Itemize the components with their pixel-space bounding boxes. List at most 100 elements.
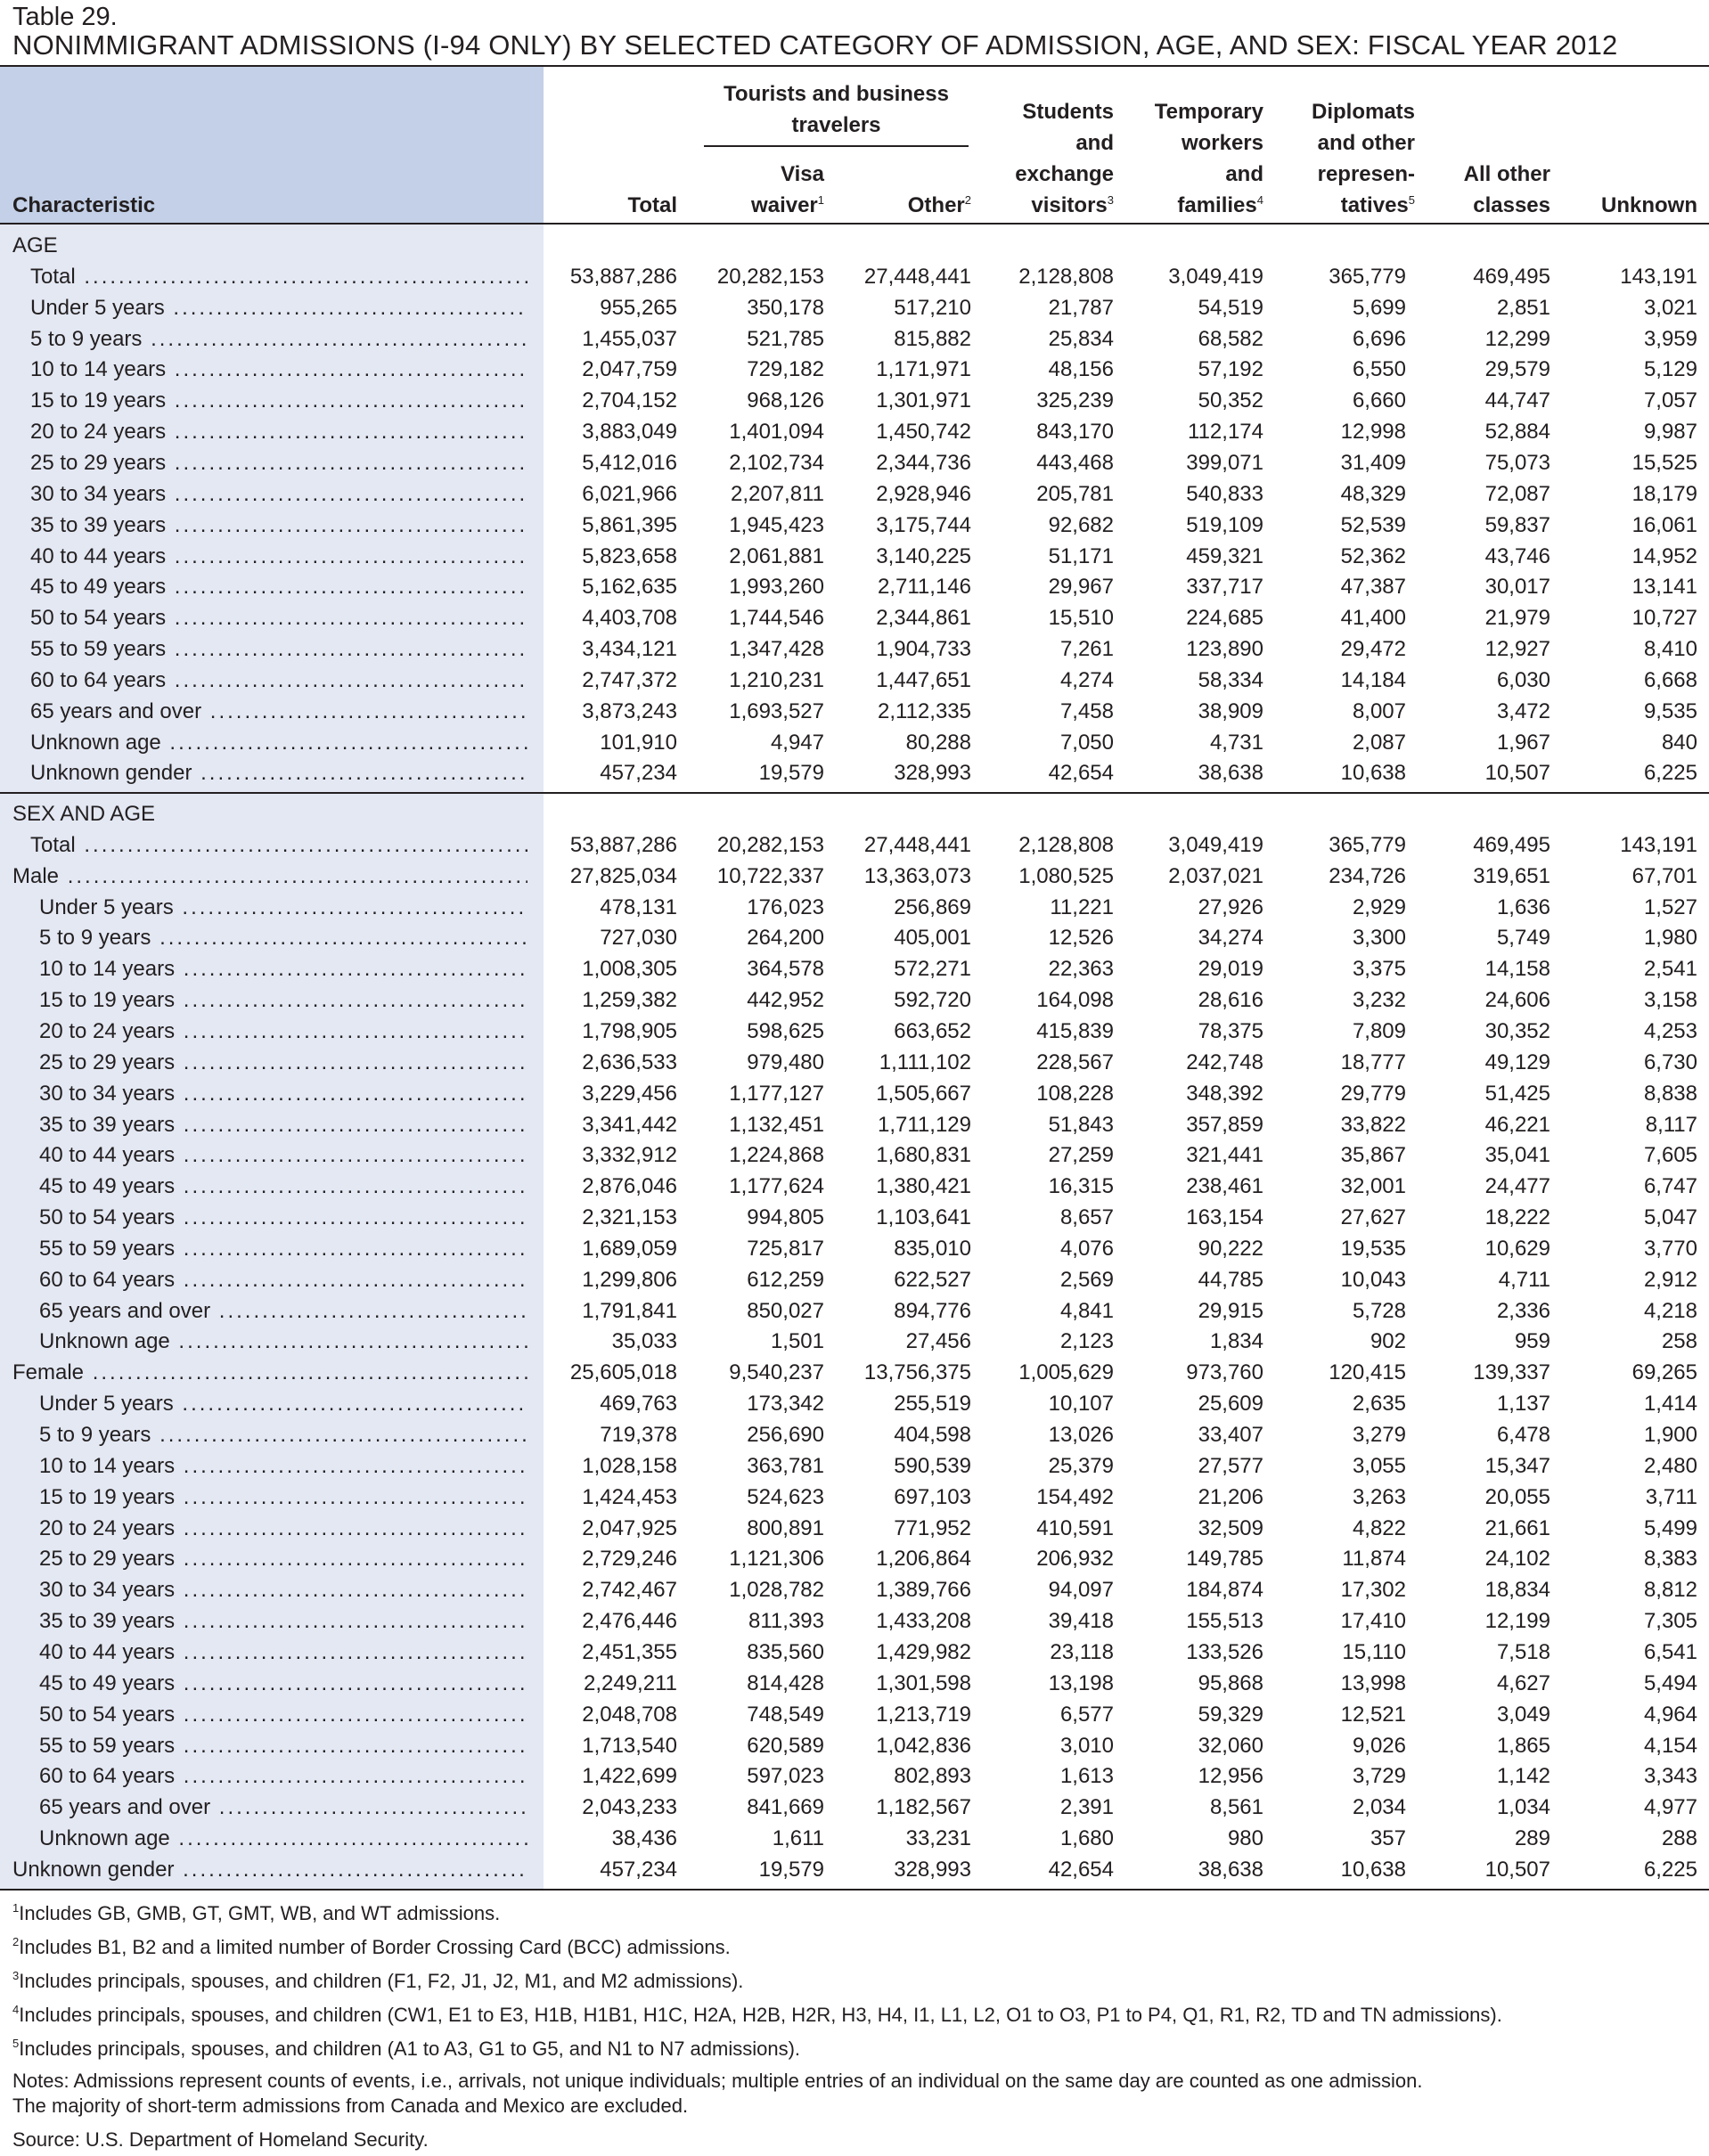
leader-dots: ........................................… <box>159 1423 527 1447</box>
cell-other: 255,519 <box>894 1392 971 1417</box>
cell-students: 6,577 <box>1059 1702 1114 1727</box>
cell-temp-workers: 149,785 <box>1186 1547 1263 1572</box>
leader-dots: ........................................… <box>174 637 527 662</box>
table-row: Male ...................................… <box>0 861 1709 892</box>
cell-students: 2,128,808 <box>1018 264 1114 289</box>
cell-total: 727,030 <box>600 926 677 951</box>
row-label: 30 to 34 years .........................… <box>39 1078 527 1109</box>
leader-dots: ........................................… <box>183 1515 527 1540</box>
table-row: Unknown gender .........................… <box>0 757 1709 788</box>
cell-other: 80,288 <box>905 730 971 755</box>
cell-diplomats: 32,001 <box>1340 1174 1406 1199</box>
cell-visa-waiver: 364,578 <box>747 957 824 982</box>
cell-all-other: 1,142 <box>1496 1764 1550 1789</box>
row-label: Under 5 years ..........................… <box>39 892 527 923</box>
cell-total: 1,798,905 <box>582 1018 677 1043</box>
row-label: 45 to 49 years .........................… <box>39 1171 527 1202</box>
table-row: 30 to 34 years .........................… <box>0 1574 1709 1605</box>
leader-dots: ........................................… <box>169 730 527 755</box>
table-row: 45 to 49 years .........................… <box>0 1668 1709 1699</box>
cell-total: 5,162,635 <box>582 575 677 600</box>
cell-total: 1,028,158 <box>582 1453 677 1478</box>
cell-visa-waiver: 811,393 <box>748 1609 824 1634</box>
cell-students: 42,654 <box>1048 761 1114 786</box>
row-label: 25 to 29 years .........................… <box>39 1543 527 1574</box>
row-label: 60 to 64 years .........................… <box>39 1264 527 1295</box>
table-row: 10 to 14 years .........................… <box>0 953 1709 984</box>
cell-visa-waiver: 173,342 <box>747 1392 824 1417</box>
header-students-line2: and <box>1075 131 1114 155</box>
header-students: Students and exchange visitors3 <box>980 96 1114 221</box>
footnote-5: 5Includes principals, spouses, and child… <box>12 2036 800 2062</box>
cell-diplomats: 41,400 <box>1340 606 1406 631</box>
row-label-text: 45 to 49 years <box>30 575 167 600</box>
cell-diplomats: 35,867 <box>1340 1143 1406 1168</box>
cell-all-other: 44,747 <box>1484 388 1550 413</box>
cell-diplomats: 3,263 <box>1352 1484 1406 1509</box>
leader-dots: ........................................… <box>183 1733 527 1758</box>
cell-temp-workers: 399,071 <box>1186 450 1263 475</box>
row-label: Under 5 years ..........................… <box>30 292 527 323</box>
leader-dots: ........................................… <box>209 698 527 723</box>
row-label-text: 10 to 14 years <box>39 1453 176 1478</box>
cell-unknown: 16,061 <box>1631 512 1697 537</box>
cell-other: 622,527 <box>894 1267 971 1292</box>
cell-other: 2,711,146 <box>878 575 971 600</box>
cell-visa-waiver: 20,282,153 <box>716 264 824 289</box>
section-label: AGE <box>12 230 527 261</box>
cell-all-other: 289 <box>1514 1826 1550 1851</box>
cell-unknown: 8,838 <box>1643 1081 1697 1106</box>
cell-diplomats: 33,822 <box>1340 1112 1406 1137</box>
source-note: Source: U.S. Department of Homeland Secu… <box>12 2128 429 2151</box>
leader-dots: ........................................… <box>151 326 527 351</box>
leader-dots: ........................................… <box>174 667 527 692</box>
cell-other: 33,231 <box>905 1826 971 1851</box>
row-label-text: 30 to 34 years <box>39 1578 176 1603</box>
cell-total: 2,747,372 <box>582 667 677 692</box>
cell-total: 1,422,699 <box>582 1764 677 1789</box>
cell-students: 325,239 <box>1036 388 1114 413</box>
cell-visa-waiver: 597,023 <box>747 1764 824 1789</box>
cell-diplomats: 27,627 <box>1340 1205 1406 1230</box>
cell-diplomats: 29,779 <box>1340 1081 1406 1106</box>
cell-total: 1,008,305 <box>582 957 677 982</box>
cell-temp-workers: 21,206 <box>1198 1484 1263 1509</box>
cell-other: 1,389,766 <box>876 1578 971 1603</box>
table-row: 40 to 44 years .........................… <box>0 1637 1709 1668</box>
cell-students: 843,170 <box>1036 420 1114 445</box>
cell-total: 955,265 <box>600 295 677 320</box>
cell-unknown: 4,253 <box>1643 1018 1697 1043</box>
cell-all-other: 18,834 <box>1484 1578 1550 1603</box>
cell-diplomats: 120,415 <box>1329 1360 1406 1385</box>
cell-all-other: 4,711 <box>1498 1267 1550 1292</box>
leader-dots: ........................................… <box>174 543 527 568</box>
row-label: 25 to 29 years .........................… <box>30 447 527 478</box>
cell-temp-workers: 973,760 <box>1186 1360 1263 1385</box>
table-row: 55 to 59 years .........................… <box>0 1233 1709 1264</box>
table-row: Unknown age ............................… <box>0 1823 1709 1854</box>
cell-total: 2,047,925 <box>582 1515 677 1540</box>
cell-diplomats: 47,387 <box>1340 575 1406 600</box>
cell-other: 1,433,208 <box>876 1609 971 1634</box>
row-label-text: SEX AND AGE <box>12 802 156 826</box>
cell-other: 1,380,421 <box>876 1174 971 1199</box>
cell-temp-workers: 155,513 <box>1186 1609 1263 1634</box>
cell-other: 1,103,641 <box>876 1205 971 1230</box>
row-label-text: 15 to 19 years <box>39 988 176 1013</box>
leader-dots: ........................................… <box>84 264 527 289</box>
cell-other: 1,213,719 <box>876 1702 971 1727</box>
header-temp-workers: Temporary workers and families4 <box>1123 96 1263 221</box>
cell-unknown: 7,057 <box>1643 388 1697 413</box>
cell-all-other: 75,073 <box>1484 450 1550 475</box>
footnote-2: 2Includes B1, B2 and a limited number of… <box>12 1934 731 1961</box>
cell-total: 3,229,456 <box>582 1081 677 1106</box>
header-characteristic: Characteristic <box>12 193 156 217</box>
cell-visa-waiver: 350,178 <box>747 295 824 320</box>
cell-total: 2,048,708 <box>582 1702 677 1727</box>
cell-diplomats: 9,026 <box>1352 1733 1406 1758</box>
cell-visa-waiver: 994,805 <box>747 1205 824 1230</box>
cell-unknown: 4,218 <box>1643 1298 1697 1323</box>
cell-unknown: 840 <box>1661 730 1697 755</box>
row-label: 20 to 24 years .........................… <box>39 1513 527 1544</box>
cell-visa-waiver: 835,560 <box>747 1639 824 1664</box>
